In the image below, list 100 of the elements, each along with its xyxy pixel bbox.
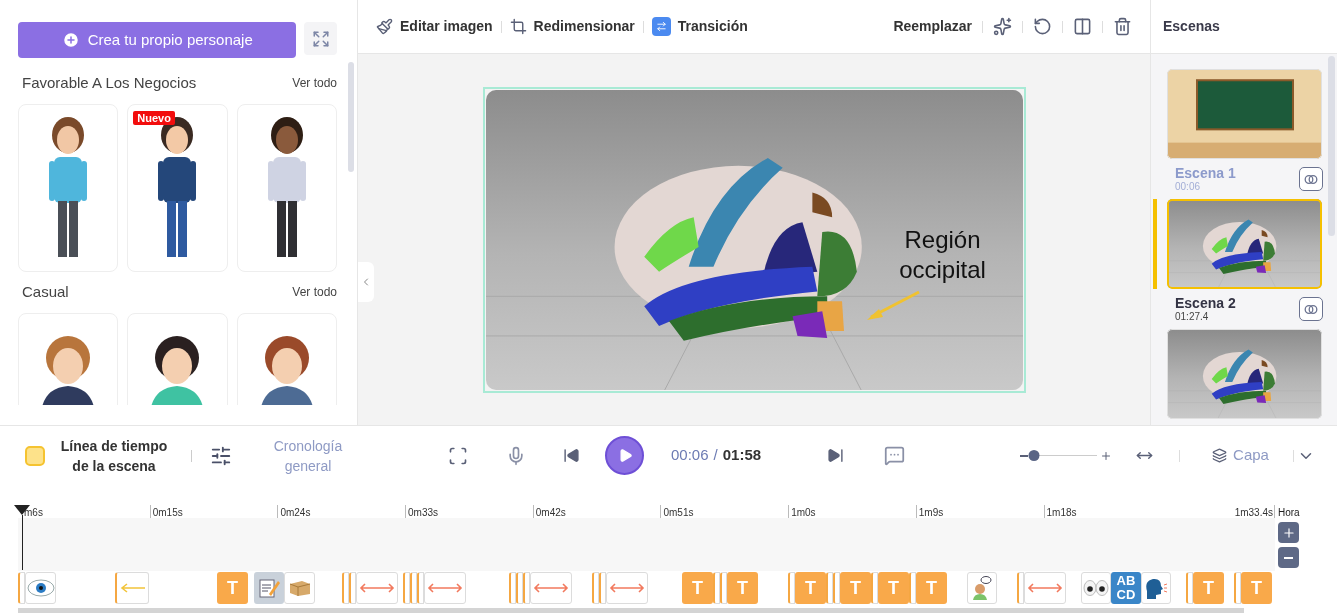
scrollbar[interactable]: [348, 62, 354, 172]
text-clip[interactable]: T: [840, 572, 871, 604]
motion-clip[interactable]: [356, 572, 398, 604]
clip-edge[interactable]: [599, 572, 606, 604]
clip-edge[interactable]: [909, 572, 916, 604]
zoom-slider[interactable]: [1031, 449, 1098, 462]
clip-edge[interactable]: [592, 572, 599, 604]
timeline-tab[interactable]: Línea de tiempo de la escena: [25, 435, 173, 476]
zoom-out-button[interactable]: [1278, 547, 1300, 568]
circles-icon: [1304, 174, 1318, 184]
ruler-label: 1m33.4s: [1234, 507, 1274, 518]
clip-edge[interactable]: [523, 572, 530, 604]
toolbar-button[interactable]: Transición: [651, 16, 748, 37]
caption-text[interactable]: Región occipital: [877, 225, 1008, 285]
clip-edge[interactable]: [18, 572, 25, 604]
layer-button[interactable]: Capa: [1212, 444, 1269, 467]
skip-forward-icon[interactable]: [827, 447, 845, 464]
character-card[interactable]: [236, 313, 337, 405]
text-clip[interactable]: T: [878, 572, 909, 604]
subtitle-icon[interactable]: [884, 445, 906, 466]
horizontal-scrollbar[interactable]: [18, 608, 1244, 613]
transition-button[interactable]: [1299, 297, 1323, 321]
character-card[interactable]: [236, 104, 337, 272]
time-separator: /: [713, 445, 718, 466]
slider-thumb[interactable]: [1028, 450, 1040, 461]
text-clip[interactable]: T: [727, 572, 758, 604]
play-button[interactable]: [605, 436, 644, 475]
skip-back-icon[interactable]: [563, 447, 580, 464]
sparkle-icon[interactable]: [993, 17, 1012, 36]
scene-duration: 01:27.4: [1175, 311, 1210, 323]
text-clip[interactable]: T: [795, 572, 826, 604]
clip-edge[interactable]: [871, 572, 878, 604]
flip-icon[interactable]: [1073, 17, 1092, 36]
clip-edge[interactable]: [417, 572, 424, 604]
see-all-link[interactable]: Ver todo: [292, 74, 337, 92]
collapse-handle[interactable]: [358, 262, 374, 302]
toolbar-button[interactable]: Editar imagen: [376, 16, 493, 37]
create-character-button[interactable]: Crea tu propio personaje: [18, 22, 297, 58]
motion-clip[interactable]: [424, 572, 466, 604]
timeline-tab[interactable]: Cronología general: [210, 435, 360, 476]
eyes-clip[interactable]: [1081, 572, 1111, 604]
transition-button[interactable]: [1299, 167, 1323, 191]
eye-icon: [26, 579, 55, 597]
playhead-line[interactable]: [21, 515, 23, 570]
arrow-left-icon: [119, 583, 146, 593]
plus-icon: [1281, 525, 1296, 540]
zoom-in-button[interactable]: [1278, 522, 1300, 543]
scene-title: Escena 2: [1175, 295, 1236, 311]
toolbar-button[interactable]: Redimensionar: [509, 16, 635, 37]
character-card[interactable]: [127, 313, 228, 405]
clip-edge[interactable]: [1017, 572, 1024, 604]
rotate-icon[interactable]: [1033, 17, 1052, 36]
ruler-label: 0m42s: [534, 507, 566, 518]
canvas-frame[interactable]: Región occipital: [482, 87, 1026, 393]
microphone-icon[interactable]: [506, 445, 526, 466]
clip-edge[interactable]: [826, 572, 833, 604]
character-card[interactable]: [18, 104, 119, 272]
replace-button[interactable]: Reemplazar: [893, 16, 972, 37]
circles-icon: [1304, 304, 1318, 314]
scene-duration: 00:06: [1175, 181, 1202, 193]
ruler-label: 0m51s: [662, 507, 694, 518]
ruler-label: m6s: [23, 507, 43, 518]
clip-edge[interactable]: [516, 572, 523, 604]
clip-edge[interactable]: [713, 572, 720, 604]
clip-edge[interactable]: [788, 572, 795, 604]
character-card[interactable]: Nuevo: [127, 104, 228, 272]
clip-edge[interactable]: [1234, 572, 1241, 604]
clip-edge[interactable]: [509, 572, 516, 604]
text-clip[interactable]: T: [916, 572, 947, 604]
motion-clip[interactable]: [530, 572, 572, 604]
scrollbar[interactable]: [1328, 56, 1335, 236]
expand-button[interactable]: [304, 22, 337, 55]
see-all-link[interactable]: Ver todo: [292, 283, 337, 301]
note-clip[interactable]: [254, 572, 284, 604]
eye-clip[interactable]: [25, 572, 56, 604]
character-card[interactable]: [18, 313, 119, 405]
track-area[interactable]: [18, 518, 1275, 571]
clip-edge[interactable]: [342, 572, 349, 604]
text-clip[interactable]: T: [682, 572, 713, 604]
delete-icon[interactable]: [1113, 17, 1132, 36]
clip-edge[interactable]: [720, 572, 727, 604]
clip-edge[interactable]: [1186, 572, 1193, 604]
double-arrow-icon: [359, 583, 395, 593]
letters-clip[interactable]: ABCD: [1111, 572, 1141, 604]
arrow-clip[interactable]: [115, 572, 149, 604]
clip-edge[interactable]: [349, 572, 356, 604]
motion-clip[interactable]: [1024, 572, 1066, 604]
scan-icon[interactable]: [448, 445, 468, 466]
speaker-clip[interactable]: [1141, 572, 1171, 604]
text-clip[interactable]: T: [1193, 572, 1224, 604]
clip-edge[interactable]: [410, 572, 417, 604]
box-clip[interactable]: [284, 572, 315, 604]
zoom-in-icon[interactable]: [1100, 449, 1113, 462]
text-clip[interactable]: T: [1241, 572, 1272, 604]
clip-edge[interactable]: [403, 572, 410, 604]
text-clip[interactable]: T: [217, 572, 248, 604]
clip-edge[interactable]: [833, 572, 840, 604]
person-thinking-icon: [972, 576, 992, 600]
motion-clip[interactable]: [606, 572, 648, 604]
person-clip[interactable]: [967, 572, 997, 604]
